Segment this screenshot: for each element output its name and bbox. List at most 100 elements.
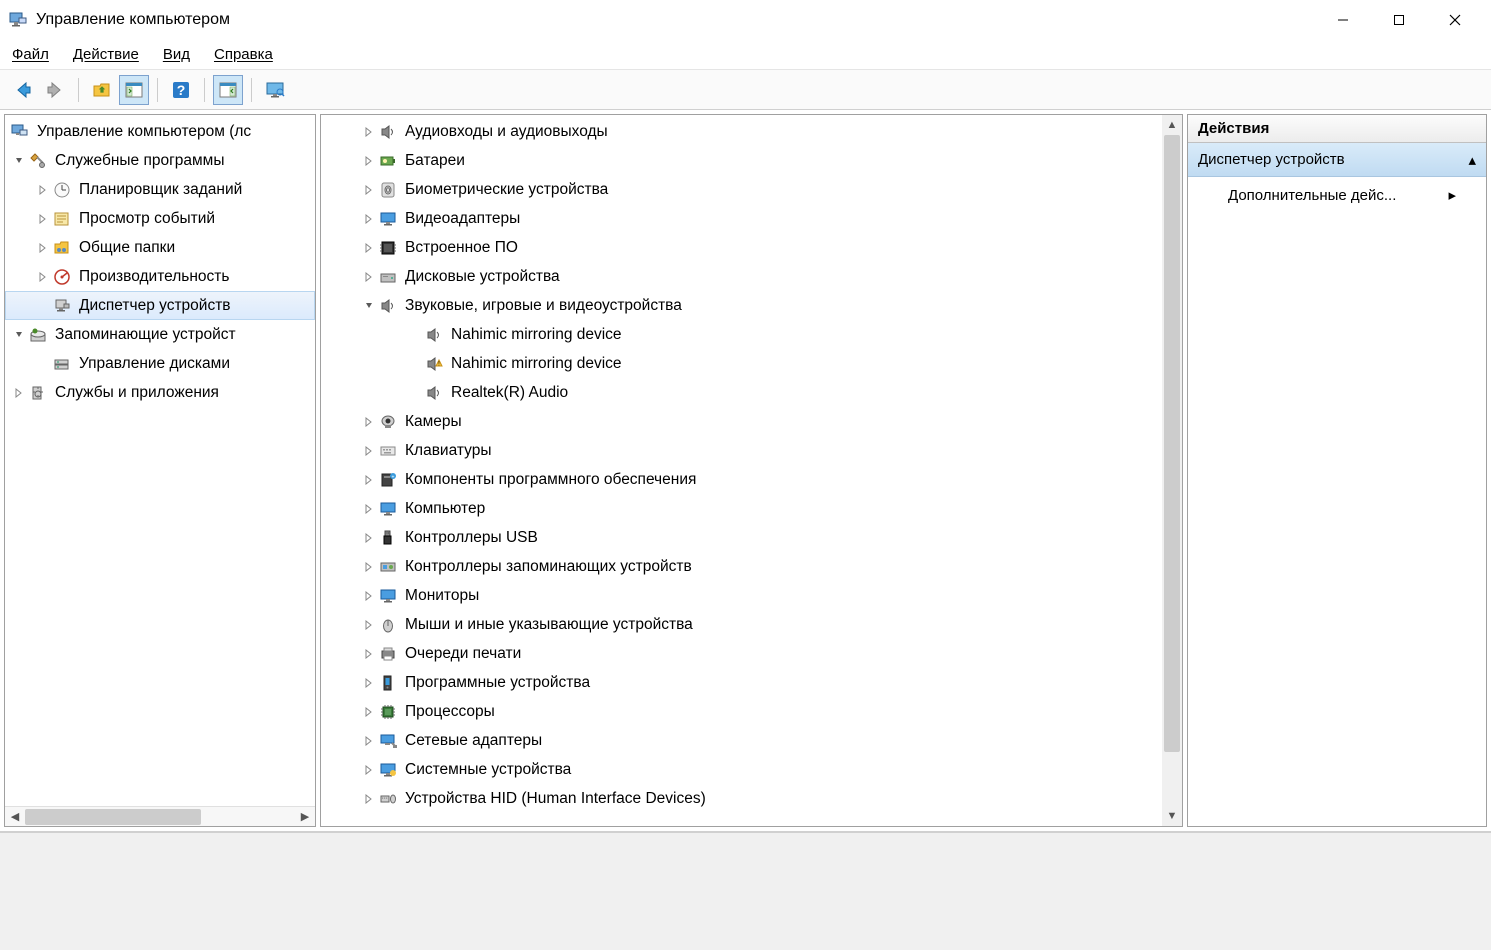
device-software_components[interactable]: +Компоненты программного обеспечения [321,465,1162,494]
menu-view[interactable]: Вид [163,46,190,63]
forward-button[interactable] [40,75,70,105]
printer-icon [377,643,399,665]
expander-icon[interactable] [361,649,377,659]
expander-icon[interactable] [11,156,27,166]
device-mice[interactable]: Мыши и иные указывающие устройства [321,610,1162,639]
vertical-scrollbar[interactable]: ▲ ▼ [1162,115,1182,826]
nav-event-viewer[interactable]: Просмотр событий [5,204,315,233]
expander-icon[interactable] [361,591,377,601]
nav-shared-folders[interactable]: Общие папки [5,233,315,262]
nav-root[interactable]: Управление компьютером (лс [5,117,315,146]
expander-icon[interactable] [361,446,377,456]
minimize-button[interactable] [1315,0,1371,40]
scroll-down-icon[interactable]: ▼ [1162,806,1182,826]
nav-device-manager[interactable]: Диспетчер устройств [5,291,315,320]
expander-icon[interactable] [35,272,51,282]
device-nahimic1[interactable]: Nahimic mirroring device [321,320,1162,349]
scroll-left-icon[interactable]: ◀ [5,807,25,827]
expander-icon[interactable] [361,562,377,572]
show-hide-tree-button[interactable] [119,75,149,105]
monitor-icon [377,585,399,607]
navigation-tree[interactable]: Управление компьютером (лс Служебные про… [5,115,315,806]
display-icon [377,208,399,230]
expander-icon[interactable] [361,127,377,137]
expander-icon[interactable] [11,388,27,398]
cpu-icon [377,701,399,723]
device-firmware[interactable]: Встроенное ПО [321,233,1162,262]
device-monitors[interactable]: Мониторы [321,581,1162,610]
device-biometric[interactable]: Биометрические устройства [321,175,1162,204]
menu-help[interactable]: Справка [214,46,273,63]
nav-system-tools[interactable]: Служебные программы [5,146,315,175]
expander-icon[interactable] [361,301,377,311]
scroll-up-icon[interactable]: ▲ [1162,115,1182,135]
device-software_devices[interactable]: Программные устройства [321,668,1162,697]
back-button[interactable] [8,75,38,105]
svg-text:+: + [392,474,395,480]
device-tree[interactable]: Аудиовходы и аудиовыходыБатареиБиометрич… [321,115,1182,826]
device-realtek[interactable]: Realtek(R) Audio [321,378,1162,407]
system-icon [377,759,399,781]
device-batteries[interactable]: Батареи [321,146,1162,175]
close-button[interactable] [1427,0,1483,40]
collapse-icon[interactable]: ▴ [1468,151,1476,169]
show-hide-actions-button[interactable] [213,75,243,105]
scroll-right-icon[interactable]: ▶ [295,807,315,827]
device-usb_controllers[interactable]: Контроллеры USB [321,523,1162,552]
nav-disk-management[interactable]: Управление дисками [5,349,315,378]
device-hid[interactable]: Устройства HID (Human Interface Devices) [321,784,1162,813]
battery-icon [377,150,399,172]
device-print_queues[interactable]: Очереди печати [321,639,1162,668]
window-title: Управление компьютером [36,11,230,29]
device-nahimic2[interactable]: !Nahimic mirroring device [321,349,1162,378]
device-network_adapters[interactable]: Сетевые адаптеры [321,726,1162,755]
disk-management-icon [51,353,73,375]
device-system_devices[interactable]: Системные устройства [321,755,1162,784]
device-disk_drives[interactable]: Дисковые устройства [321,262,1162,291]
maximize-button[interactable] [1371,0,1427,40]
softdev-icon [377,672,399,694]
up-button[interactable] [87,75,117,105]
expander-icon[interactable] [361,272,377,282]
expander-icon[interactable] [361,185,377,195]
help-button[interactable]: ? [166,75,196,105]
nav-storage[interactable]: Запоминающие устройст [5,320,315,349]
expander-icon[interactable] [35,243,51,253]
expander-icon[interactable] [361,243,377,253]
expander-icon[interactable] [361,214,377,224]
device-processors[interactable]: Процессоры [321,697,1162,726]
expander-icon[interactable] [35,214,51,224]
expander-icon[interactable] [361,417,377,427]
device-cameras[interactable]: Камеры [321,407,1162,436]
actions-section-header[interactable]: Диспетчер устройств ▴ [1188,143,1486,177]
monitor-button[interactable] [260,75,290,105]
expander-icon[interactable] [361,736,377,746]
expander-icon[interactable] [361,475,377,485]
expander-icon[interactable] [361,620,377,630]
expander-icon[interactable] [361,765,377,775]
expander-icon[interactable] [11,330,27,340]
clock-icon [51,179,73,201]
device-keyboards[interactable]: Клавиатуры [321,436,1162,465]
horizontal-scrollbar[interactable]: ◀ ▶ [5,806,315,826]
menu-action[interactable]: Действие [73,46,139,63]
device-computer[interactable]: Компьютер [321,494,1162,523]
nav-task-scheduler[interactable]: Планировщик заданий [5,175,315,204]
nav-services-apps[interactable]: Службы и приложения [5,378,315,407]
actions-more[interactable]: Дополнительные дейс... ▸ [1188,177,1486,213]
computer-icon [377,498,399,520]
expander-icon[interactable] [361,533,377,543]
device-sound_game_video[interactable]: Звуковые, игровые и видеоустройства [321,291,1162,320]
expander-icon[interactable] [361,156,377,166]
device-audio_io[interactable]: Аудиовходы и аудиовыходы [321,117,1162,146]
device-storage_controllers[interactable]: Контроллеры запоминающих устройств [321,552,1162,581]
expander-icon[interactable] [361,678,377,688]
expander-icon[interactable] [361,707,377,717]
expander-icon[interactable] [361,794,377,804]
expander-icon[interactable] [35,185,51,195]
menu-file[interactable]: Файл [12,46,49,63]
nav-performance[interactable]: Производительность [5,262,315,291]
expander-icon[interactable] [361,504,377,514]
device-display_adapters[interactable]: Видеоадаптеры [321,204,1162,233]
disk-icon [377,266,399,288]
